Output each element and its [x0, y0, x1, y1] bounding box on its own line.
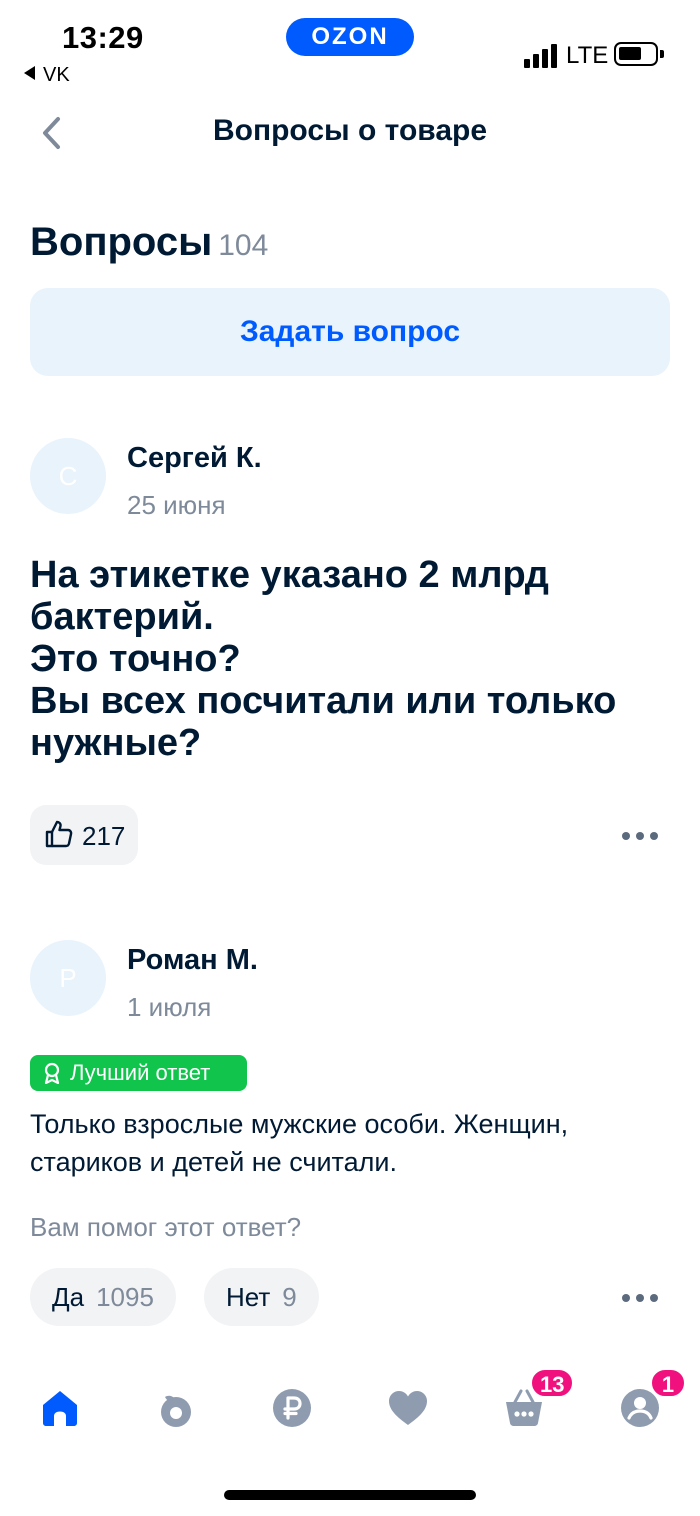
questions-heading-label: Вопросы	[30, 220, 213, 264]
question-line: бактерий.	[30, 596, 214, 638]
helpful-prompt: Вам помог этот ответ?	[30, 1212, 302, 1242]
avatar[interactable]: Р	[30, 940, 106, 1016]
question-line: На этикетке указано 2 млрд	[30, 554, 549, 596]
answer-author[interactable]: Роман М.	[127, 944, 258, 977]
question-text: На этикетке указано 2 млрд бактерий. Это…	[30, 554, 670, 764]
vote-no-button[interactable]: Нет 9	[204, 1268, 319, 1326]
like-button[interactable]: 217	[30, 805, 138, 865]
home-indicator[interactable]	[224, 1490, 476, 1500]
bottom-tab-bar: 13 1	[0, 1368, 700, 1450]
best-answer-badge: Лучший ответ	[30, 1055, 247, 1091]
questions-heading: Вопросы 104	[30, 220, 268, 265]
vote-no-count: 9	[282, 1282, 297, 1312]
back-triangle-icon	[24, 66, 35, 80]
question-author[interactable]: Сергей К.	[127, 442, 262, 475]
battery-icon	[614, 42, 664, 66]
ruble-icon	[273, 1389, 311, 1427]
question-line: нужные?	[30, 722, 202, 764]
page-title: Вопросы о товаре	[212, 114, 488, 147]
question-line: Это точно?	[30, 638, 241, 680]
tab-fresh[interactable]	[154, 1386, 198, 1430]
cart-badge: 13	[530, 1368, 575, 1398]
thumbs-up-icon	[45, 820, 73, 848]
answer-more-button[interactable]	[622, 1287, 666, 1307]
like-count: 217	[82, 821, 126, 851]
best-answer-label: Лучший ответ	[70, 1060, 211, 1085]
vote-yes-button[interactable]: Да 1095	[30, 1268, 176, 1326]
vote-no-label: Нет	[226, 1282, 271, 1312]
ask-question-button[interactable]: Задать вопрос	[30, 288, 670, 376]
home-icon	[43, 1391, 77, 1426]
question-line: Вы всех посчитали или только	[30, 680, 617, 722]
answer-date: 1 июля	[127, 992, 212, 1022]
tab-finance[interactable]	[270, 1386, 314, 1430]
fresh-icon	[161, 1395, 191, 1427]
questions-count: 104	[218, 229, 269, 262]
answer-line: стариков и детей не считали.	[30, 1147, 397, 1177]
back-to-app-link[interactable]: VK	[24, 64, 70, 87]
back-app-label: VK	[43, 64, 70, 86]
answer-line: Только взрослые мужские особи. Женщин,	[30, 1109, 569, 1139]
clock: 13:29	[62, 20, 144, 55]
question-more-button[interactable]	[622, 825, 666, 845]
vote-yes-count: 1095	[96, 1282, 154, 1312]
signal-icon	[524, 42, 560, 68]
heart-icon	[389, 1391, 427, 1425]
profile-badge: 1	[650, 1368, 686, 1398]
answer-text: Только взрослые мужские особи. Женщин, с…	[30, 1105, 670, 1181]
network-type: LTE	[566, 42, 609, 69]
status-bar: 13:29 VK OZON LTE	[0, 0, 700, 100]
vote-yes-label: Да	[52, 1282, 85, 1312]
ozon-logo: OZON	[286, 18, 414, 56]
question-date: 25 июня	[127, 490, 226, 520]
award-icon	[44, 1062, 60, 1084]
tab-home[interactable]	[38, 1386, 82, 1430]
tab-favorites[interactable]	[386, 1386, 430, 1430]
avatar[interactable]: С	[30, 438, 106, 514]
